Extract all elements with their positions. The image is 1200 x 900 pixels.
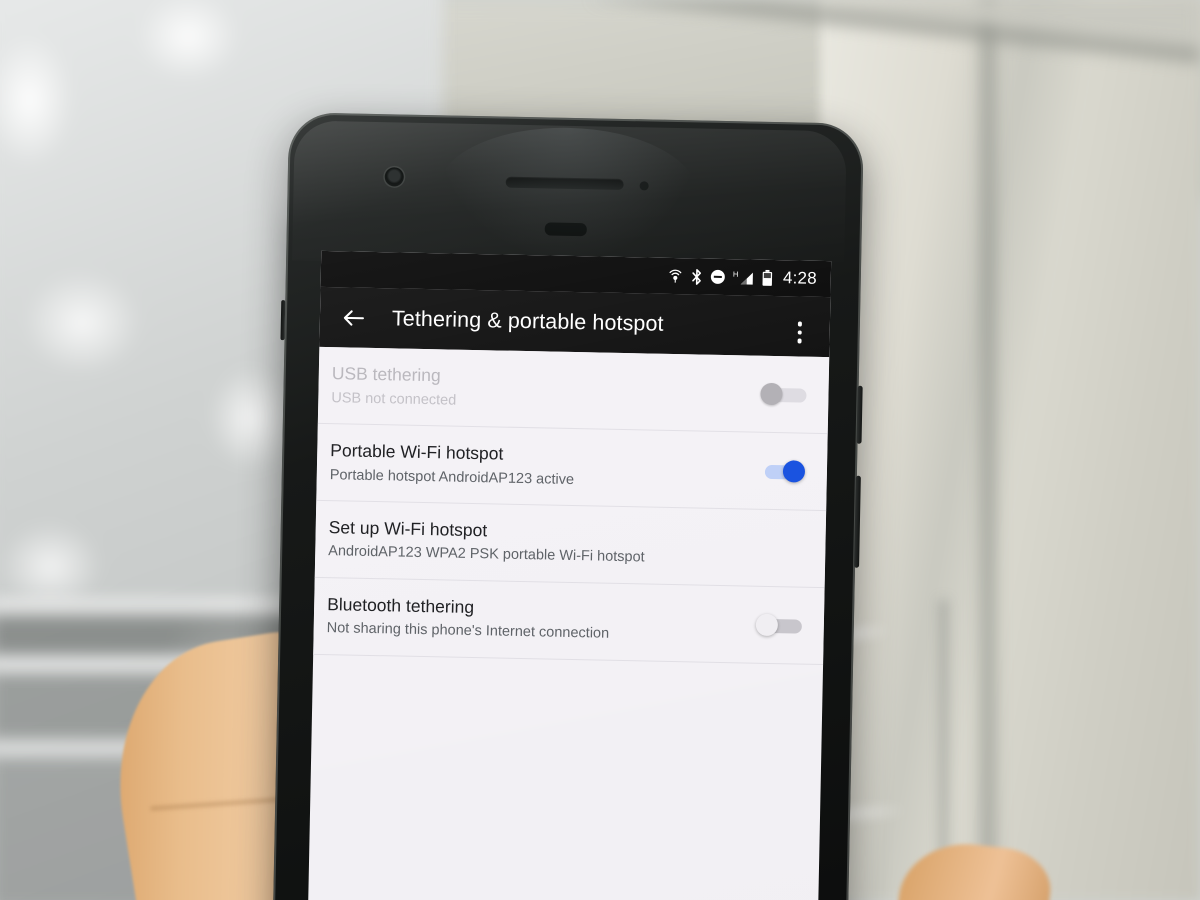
bluetooth-tethering-toggle[interactable] <box>755 613 802 636</box>
list-item-portable-wifi-hotspot[interactable]: Portable Wi-Fi hotspot Portable hotspot … <box>316 423 828 511</box>
page-title: Tethering & portable hotspot <box>391 305 664 336</box>
battery-icon <box>762 269 773 286</box>
back-button[interactable] <box>336 300 371 335</box>
list-item-set-up-wifi-hotspot[interactable]: Set up Wi-Fi hotspot AndroidAP123 WPA2 P… <box>314 500 827 588</box>
signal-h-icon: H <box>733 269 755 286</box>
portable-wifi-hotspot-toggle[interactable] <box>759 460 806 483</box>
hotspot-icon <box>667 268 684 283</box>
settings-list: USB tethering USB not connected Portable… <box>313 346 830 665</box>
toggle-knob <box>782 460 806 483</box>
status-bar-clock: 4:28 <box>782 268 818 288</box>
row-text-block: USB tethering USB not connected <box>331 362 761 417</box>
row-text-block: Bluetooth tethering Not sharing this pho… <box>326 593 756 648</box>
row-text-block: Set up Wi-Fi hotspot AndroidAP123 WPA2 P… <box>328 516 804 571</box>
svg-text:H: H <box>733 269 739 278</box>
list-item-usb-tethering[interactable]: USB tethering USB not connected <box>317 346 830 435</box>
earpiece-slot-secondary <box>544 222 587 237</box>
toggle-knob <box>755 613 779 636</box>
usb-tethering-toggle[interactable] <box>760 382 807 406</box>
photo-scene: H 4:28 Tethering & portable hotspot USB … <box>0 0 1200 900</box>
background-beam <box>540 0 1200 120</box>
earpiece-speaker <box>505 176 624 190</box>
sim-tray <box>280 300 286 341</box>
phone-screen: H 4:28 Tethering & portable hotspot USB … <box>307 250 832 900</box>
overflow-dot <box>797 338 802 344</box>
overflow-dot <box>797 321 803 327</box>
do-not-disturb-icon <box>710 269 726 285</box>
smartphone: H 4:28 Tethering & portable hotspot USB … <box>272 112 864 900</box>
overflow-dot <box>797 330 803 335</box>
list-item-bluetooth-tethering[interactable]: Bluetooth tethering Not sharing this pho… <box>313 577 825 665</box>
bluetooth-icon <box>691 268 703 285</box>
back-arrow-icon <box>343 309 364 326</box>
overflow-menu-button[interactable] <box>783 312 816 353</box>
row-text-block: Portable Wi-Fi hotspot Portable hotspot … <box>330 439 760 494</box>
app-bar: Tethering & portable hotspot <box>319 286 831 358</box>
